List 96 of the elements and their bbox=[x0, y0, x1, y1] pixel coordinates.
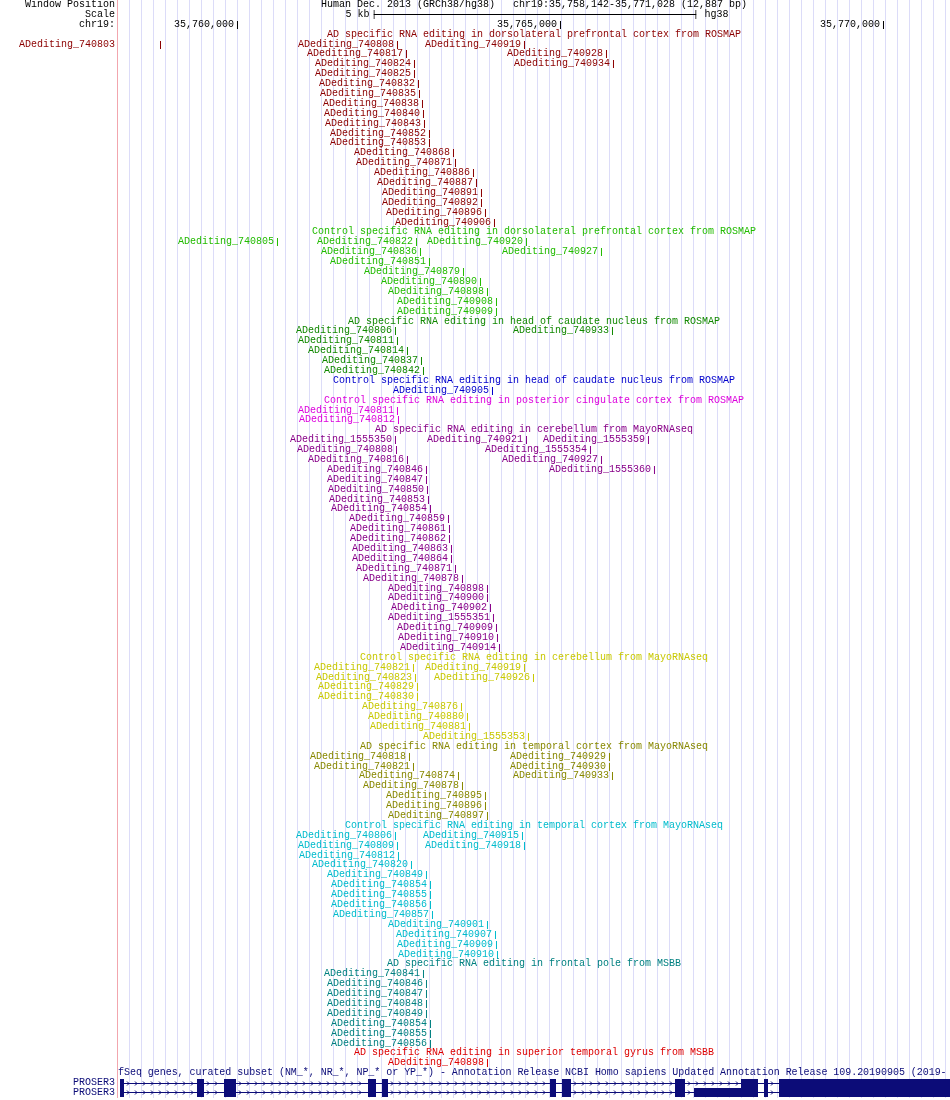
editing-site[interactable]: ADediting_740847 bbox=[327, 989, 427, 999]
track-title: Control specific RNA editing in head of caudate nucleus from ROSMAP bbox=[332, 375, 736, 386]
track-title: Control specific RNA editing in cerebellum from MayoRNAseq bbox=[359, 652, 709, 663]
editing-site[interactable]: ADediting_740811 bbox=[298, 405, 398, 416]
editing-site[interactable]: ADediting_740821 bbox=[314, 761, 414, 772]
track-title: AD specific RNA editing in temporal cortex from MayoRNAseq bbox=[359, 741, 709, 752]
editing-site[interactable]: ADediting_740871 bbox=[356, 563, 456, 574]
editing-site[interactable]: ADediting_740868 bbox=[354, 148, 454, 159]
editing-site[interactable]: ADediting_740816 bbox=[308, 454, 408, 465]
editing-site[interactable]: ADediting_740905 bbox=[393, 385, 493, 396]
track-title: Control specific RNA editing in posterior cingulate cortex from ROSMAP bbox=[323, 395, 745, 406]
track-title: Control specific RNA editing in temporal cortex from MayoRNAseq bbox=[344, 820, 724, 831]
editing-site[interactable]: ADediting_740835 bbox=[320, 89, 420, 99]
editing-site[interactable]: ADediting_740914 bbox=[400, 642, 500, 653]
editing-site[interactable]: ADediting_740933 bbox=[513, 326, 613, 337]
editing-site[interactable]: ADediting_740927 bbox=[502, 454, 602, 465]
editing-site[interactable]: ADediting_740887 bbox=[377, 178, 477, 188]
editing-site[interactable]: ADediting_740837 bbox=[322, 356, 422, 366]
editing-site[interactable]: ADediting_740806 bbox=[296, 326, 396, 337]
track-title: AD specific RNA editing in dorsolateral prefrontal cortex from ROSMAP bbox=[326, 29, 742, 40]
editing-site[interactable]: ADediting_740847 bbox=[327, 474, 427, 485]
ruler-position-label: 35,765,000 bbox=[497, 19, 561, 30]
editing-site[interactable]: ADediting_740919 bbox=[425, 39, 525, 50]
row-label: Window Position bbox=[25, 0, 115, 10]
scale-label: 5 kb bbox=[345, 9, 370, 20]
editing-site[interactable]: ADediting_740846 bbox=[327, 464, 427, 475]
assembly-label: Human Dec. 2013 (GRCh38/hg38) bbox=[320, 0, 495, 10]
editing-site[interactable]: ADediting_740843 bbox=[325, 118, 425, 129]
track-title: AD specific RNA editing in superior temporal gyrus from MSBB bbox=[353, 1048, 715, 1059]
site-tick-icon[interactable] bbox=[160, 40, 161, 49]
editing-site[interactable]: ADediting_740898 bbox=[388, 1058, 488, 1069]
editing-site[interactable]: ADediting_740852 bbox=[330, 128, 430, 139]
editing-site[interactable]: ADediting_740874 bbox=[359, 771, 459, 782]
editing-site[interactable]: ADediting_740933 bbox=[513, 771, 613, 782]
editing-site[interactable]: ADediting_740906 bbox=[395, 217, 495, 228]
editing-site-label[interactable]: ADediting_740803 bbox=[19, 39, 115, 50]
editing-site[interactable]: ADediting_740928 bbox=[507, 49, 607, 60]
editing-site[interactable]: ADediting_740862 bbox=[350, 534, 450, 544]
editing-site[interactable]: ADediting_740909 bbox=[397, 306, 497, 317]
editing-site[interactable]: ADediting_740891 bbox=[382, 187, 482, 198]
row-label: chr19: bbox=[79, 19, 115, 30]
editing-site[interactable]: ADediting_740898 bbox=[388, 583, 488, 594]
editing-site[interactable]: ADediting_740920 bbox=[427, 237, 527, 248]
editing-site[interactable]: ADediting_740863 bbox=[352, 544, 452, 554]
editing-site[interactable]: ADediting_740812 bbox=[299, 415, 399, 426]
row-label: Scale bbox=[85, 9, 115, 20]
position-label: chr19:35,758,142-35,771,028 (12,887 bp) bbox=[513, 0, 748, 10]
editing-site[interactable]: ADediting_740838 bbox=[323, 98, 423, 109]
editing-site[interactable]: ADediting_1555354 bbox=[484, 445, 591, 455]
editing-site[interactable]: ADediting_740909 bbox=[397, 623, 497, 633]
editing-site[interactable]: ADediting_740878 bbox=[363, 781, 463, 792]
editing-site[interactable]: ADediting_740822 bbox=[317, 237, 417, 248]
editing-site[interactable]: ADediting_740817 bbox=[307, 49, 407, 60]
ruler-position-label: 35,760,000 bbox=[174, 19, 238, 30]
editing-site[interactable]: ADediting_740897 bbox=[388, 811, 488, 821]
gene-label[interactable]: PROSER3 bbox=[73, 1078, 115, 1088]
editing-site[interactable]: ADediting_740930 bbox=[510, 761, 610, 772]
editing-site[interactable]: ADediting_740853 bbox=[329, 494, 429, 505]
editing-site[interactable]: ADediting_740856 bbox=[331, 1038, 431, 1049]
editing-site[interactable]: ADediting_740921 bbox=[427, 435, 527, 446]
editing-site[interactable]: ADediting_740896 bbox=[386, 207, 486, 218]
editing-site[interactable]: ADediting_740910 bbox=[398, 633, 498, 643]
gene-model-drawing[interactable] bbox=[118, 1088, 950, 1098]
gene-model-drawing[interactable] bbox=[118, 1078, 950, 1088]
editing-site[interactable]: ADediting_740934 bbox=[514, 59, 614, 70]
editing-site[interactable]: ADediting_740840 bbox=[324, 108, 424, 119]
editing-site[interactable]: ADediting_740808 bbox=[298, 39, 398, 50]
editing-site[interactable]: ADediting_740848 bbox=[327, 998, 427, 1009]
editing-site[interactable]: ADediting_740898 bbox=[388, 286, 488, 297]
editing-site[interactable]: ADediting_740878 bbox=[363, 573, 463, 584]
editing-site[interactable]: ADediting_740864 bbox=[352, 553, 452, 564]
gene-label[interactable]: PROSER3 bbox=[73, 1087, 115, 1098]
editing-site[interactable]: ADediting_740853 bbox=[330, 138, 430, 149]
editing-site[interactable]: ADediting_740842 bbox=[324, 365, 424, 376]
editing-site[interactable]: ADediting_740879 bbox=[364, 267, 464, 277]
editing-site[interactable]: ADediting_740908 bbox=[397, 296, 497, 307]
editing-site[interactable]: ADediting_740854 bbox=[331, 1018, 431, 1029]
editing-site[interactable]: ADediting_1555360 bbox=[548, 464, 655, 475]
editing-site[interactable]: ADediting_1555359 bbox=[542, 435, 649, 446]
editing-site[interactable]: ADediting_740927 bbox=[502, 247, 602, 258]
editing-site[interactable]: ADediting_740818 bbox=[310, 751, 410, 762]
track-title: AD specific RNA editing in frontal pole from MSBB bbox=[386, 959, 682, 970]
editing-site[interactable]: ADediting_740832 bbox=[319, 79, 419, 89]
genome-label: hg38 bbox=[704, 9, 729, 20]
editing-site[interactable]: ADediting_740805 bbox=[178, 237, 278, 248]
editing-site[interactable]: ADediting_740890 bbox=[381, 276, 481, 287]
editing-site[interactable]: ADediting_740808 bbox=[297, 445, 397, 455]
editing-site[interactable]: ADediting_740850 bbox=[328, 484, 428, 495]
ruler-position-label: 35,770,000 bbox=[820, 19, 884, 30]
editing-site[interactable]: ADediting_740892 bbox=[382, 197, 482, 208]
track-title: fSeq genes, curated subset (NM_*, NR_*, NP_* or YP_*) - Annotation Release NCBI Homo sapiens Updated Annotation Release 109.20190905 (2019- bbox=[118, 1068, 947, 1079]
editing-site[interactable]: ADediting_740900 bbox=[388, 593, 488, 604]
editing-site[interactable]: ADediting_740855 bbox=[331, 1028, 431, 1039]
editing-site[interactable]: ADediting_740929 bbox=[510, 751, 610, 762]
editing-site[interactable]: ADediting_740854 bbox=[331, 504, 431, 515]
editing-site[interactable]: ADediting_740849 bbox=[327, 1008, 427, 1019]
